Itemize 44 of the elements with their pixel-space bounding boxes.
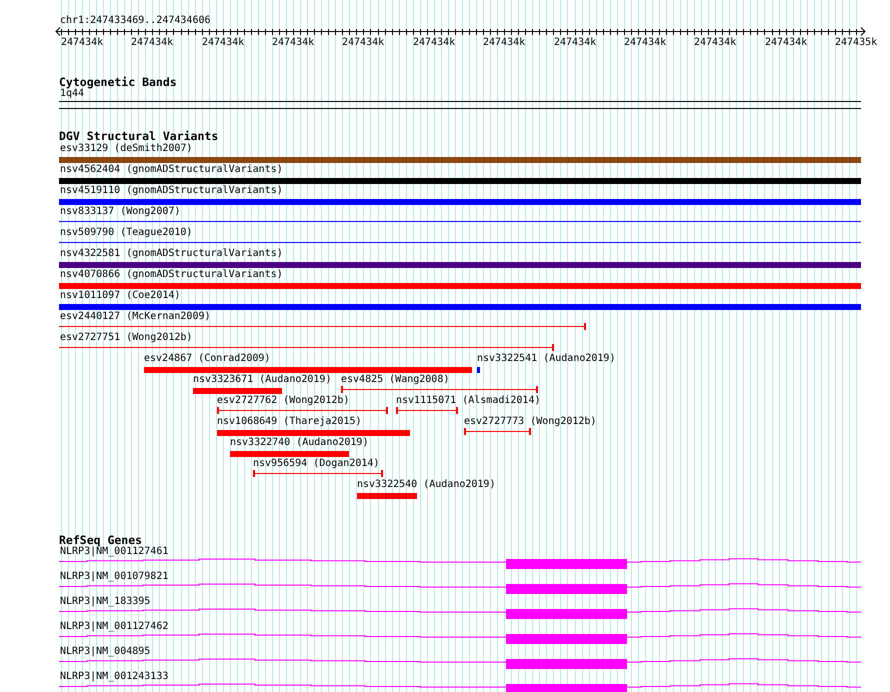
variant-label: nsv1115071 (Alsmadi2014) — [396, 395, 540, 407]
variant-label: esv33129 (deSmith2007) — [60, 143, 192, 155]
variant-label: esv2727762 (Wong2012b) — [217, 395, 350, 407]
gene-label: NLRP3|NM_001127461 — [60, 546, 168, 558]
track-title: DGV Structural Variants — [59, 130, 218, 142]
gene-label: NLRP3|NM_183395 — [60, 596, 150, 608]
gene-label: NLRP3|NM_004895 — [60, 646, 150, 658]
ruler-tick-label: 247434k — [202, 37, 244, 49]
variant-label: nsv509790 (Teague2010) — [60, 227, 192, 239]
variant-label: nsv956594 (Dogan2014) — [253, 458, 380, 470]
variant-label: esv4825 (Wang2008) — [341, 374, 450, 386]
variant-label: esv2727773 (Wong2012b) — [464, 416, 596, 428]
variant-label: nsv4562404 (gnomADStructuralVariants) — [60, 164, 283, 176]
ruler-tick-label: 247434k — [624, 37, 666, 49]
band-label: 1q44 — [60, 88, 84, 100]
ruler-tick-label: 247434k — [483, 37, 526, 49]
variant-label: esv24867 (Conrad2009) — [144, 353, 270, 365]
gene-label: NLRP3|NM_001243133 — [60, 671, 168, 683]
ruler-tick-label: 247435k — [835, 37, 878, 49]
ruler-tick-label: 247434k — [554, 37, 596, 49]
variant-label: nsv833137 (Wong2007) — [60, 206, 180, 218]
ruler-tick-label: 247434k — [61, 37, 104, 49]
ruler-tick-label: 247434k — [413, 37, 456, 49]
variant-label: nsv3322540 (Audano2019) — [357, 479, 496, 491]
variant-label: nsv3323671 (Audano2019) — [193, 374, 332, 386]
variant-label: nsv4070866 (gnomADStructuralVariants) — [60, 269, 283, 281]
ruler-tick-label: 247434k — [342, 37, 384, 49]
variant-label: esv2727751 (Wong2012b) — [60, 332, 192, 344]
ruler-tick-label: 247434k — [272, 37, 314, 49]
variant-label: nsv4519110 (gnomADStructuralVariants) — [60, 185, 283, 197]
track-title: Cytogenetic Bands — [59, 76, 177, 88]
ruler-tick-label: 247434k — [765, 37, 808, 49]
gene-label: NLRP3|NM_001079821 — [60, 571, 168, 583]
variant-label: esv2440127 (McKernan2009) — [60, 311, 211, 323]
variant-label: nsv1068649 (Thareja2015) — [217, 416, 362, 428]
variant-label: nsv3322740 (Audano2019) — [230, 437, 368, 449]
ruler-tick-label: 247434k — [131, 37, 174, 49]
variant-label: nsv1011097 (Coe2014) — [60, 290, 180, 302]
variant-label: nsv3322541 (Audano2019) — [477, 353, 616, 365]
ruler-tick-label: 247434k — [694, 37, 736, 49]
location-label: chr1:247433469..247434606 — [60, 15, 211, 27]
track-title: RefSeq Genes — [59, 534, 142, 546]
variant-label: nsv4322581 (gnomADStructuralVariants) — [60, 248, 283, 260]
gene-label: NLRP3|NM_001127462 — [60, 621, 168, 633]
